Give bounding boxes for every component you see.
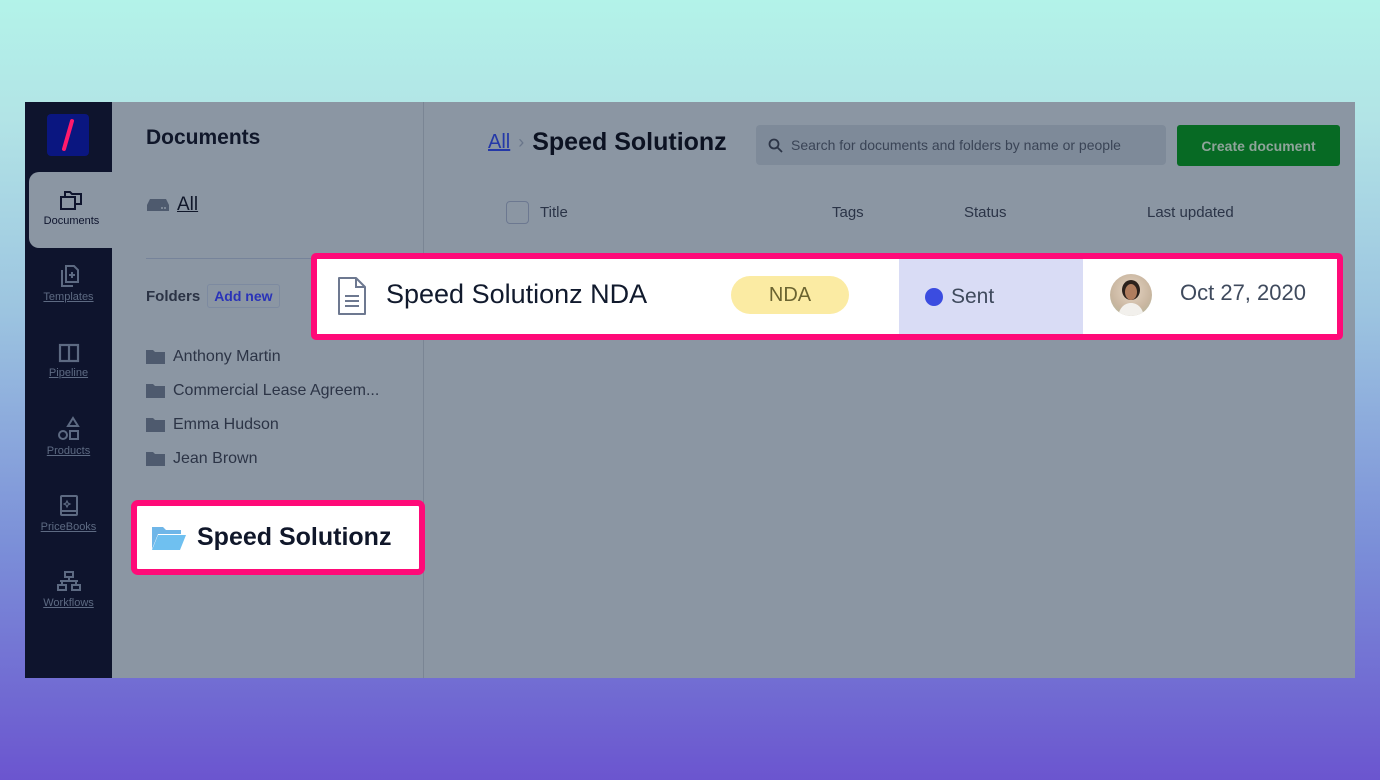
folder-name: Jean Brown bbox=[173, 449, 258, 467]
last-updated-date: Oct 27, 2020 bbox=[1180, 280, 1306, 305]
folder-icon bbox=[146, 452, 165, 466]
pricebook-icon bbox=[59, 495, 78, 516]
app-window: Documents Templates Pipeline Products Pr… bbox=[25, 102, 1355, 678]
search-box bbox=[756, 125, 1166, 165]
folder-name: Commercial Lease Agreem... bbox=[173, 381, 380, 399]
table-header: Title Tags Status Last updated bbox=[506, 201, 1346, 225]
folder-name: Anthony Martin bbox=[173, 347, 281, 365]
rail-item-workflows[interactable]: Workflows bbox=[25, 570, 112, 640]
rail-label: Products bbox=[46, 445, 91, 457]
folder-name: Emma Hudson bbox=[173, 415, 279, 433]
select-all-checkbox[interactable] bbox=[506, 201, 529, 224]
folders-header: Folders Add new bbox=[146, 284, 280, 308]
rail-label: Templates bbox=[43, 291, 94, 303]
document-title: Speed Solutionz NDA bbox=[386, 279, 648, 309]
workflow-icon bbox=[56, 571, 81, 591]
rail-item-templates[interactable]: Templates bbox=[25, 264, 112, 334]
status-dot-icon bbox=[925, 287, 943, 306]
search-icon bbox=[768, 138, 783, 153]
rail-label: Workflows bbox=[43, 597, 94, 609]
avatar bbox=[1110, 274, 1152, 316]
folder-icon bbox=[146, 384, 165, 398]
folders-panel: Documents All Folders Add new Anthony Ma… bbox=[112, 102, 426, 678]
shapes-icon bbox=[57, 416, 80, 440]
document-icon bbox=[338, 277, 366, 315]
rail-label: Documents bbox=[43, 215, 100, 227]
breadcrumb: All › Speed Solutionz bbox=[488, 128, 727, 157]
rail-label: Pipeline bbox=[48, 367, 89, 379]
folder-icon bbox=[146, 418, 165, 432]
open-folder-icon bbox=[152, 526, 186, 550]
folder-list: Anthony Martin Commercial Lease Agreem..… bbox=[146, 334, 379, 481]
column-header-tags[interactable]: Tags bbox=[832, 204, 864, 221]
selected-folder-name: Speed Solutionz bbox=[197, 523, 392, 551]
status-text: Sent bbox=[951, 284, 995, 308]
main-content: All › Speed Solutionz Create document Ti… bbox=[311, 102, 1355, 678]
drive-icon bbox=[147, 199, 169, 211]
column-header-status[interactable]: Status bbox=[964, 204, 1007, 221]
columns-icon bbox=[58, 343, 79, 363]
rail-label: PriceBooks bbox=[40, 521, 97, 533]
folders-icon bbox=[59, 191, 82, 210]
column-header-last-updated[interactable]: Last updated bbox=[1147, 204, 1234, 221]
rail-item-pipeline[interactable]: Pipeline bbox=[25, 342, 112, 412]
panel-title: Documents bbox=[146, 126, 261, 149]
all-documents-link[interactable]: All bbox=[146, 194, 198, 216]
rail-item-pricebooks[interactable]: PriceBooks bbox=[25, 494, 112, 564]
rail-item-products[interactable]: Products bbox=[25, 416, 112, 486]
column-header-title[interactable]: Title bbox=[540, 204, 568, 221]
nav-rail: Documents Templates Pipeline Products Pr… bbox=[25, 102, 114, 678]
tag-badge: NDA bbox=[731, 276, 849, 314]
selected-folder[interactable]: Speed Solutionz bbox=[131, 500, 425, 575]
breadcrumb-all-link[interactable]: All bbox=[488, 131, 510, 154]
create-document-button[interactable]: Create document bbox=[1177, 125, 1340, 166]
table-row[interactable]: Speed Solutionz NDA NDA Sent Oct 27, 202… bbox=[311, 253, 1343, 340]
add-folder-button[interactable]: Add new bbox=[207, 284, 280, 308]
chevron-right-icon: › bbox=[518, 132, 525, 152]
rail-item-documents[interactable]: Documents bbox=[29, 172, 114, 248]
status-cell: Sent bbox=[899, 259, 1083, 334]
folder-icon bbox=[146, 350, 165, 364]
template-add-icon bbox=[60, 265, 79, 287]
folders-label: Folders bbox=[146, 287, 201, 305]
all-label: All bbox=[177, 194, 199, 215]
folder-item[interactable]: Jean Brown bbox=[146, 436, 379, 481]
page-title: Speed Solutionz bbox=[532, 128, 727, 156]
app-logo[interactable] bbox=[47, 114, 89, 156]
search-input[interactable] bbox=[791, 137, 1161, 153]
